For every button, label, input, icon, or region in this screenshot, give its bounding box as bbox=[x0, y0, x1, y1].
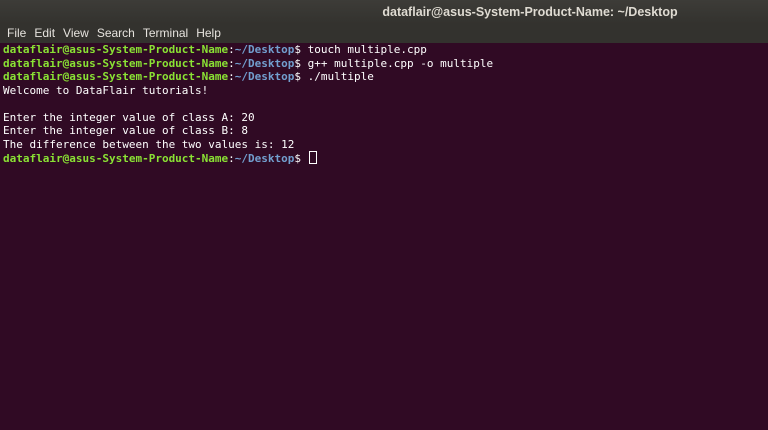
command-text: touch multiple.cpp bbox=[307, 43, 427, 56]
menu-help[interactable]: Help bbox=[192, 24, 225, 43]
prompt-colon: : bbox=[228, 56, 235, 70]
terminal-output-area[interactable]: dataflair@asus-System-Product-Name:~/Des… bbox=[0, 43, 768, 430]
active-prompt-line[interactable]: dataflair@asus-System-Product-Name:~/Des… bbox=[3, 151, 768, 165]
prompt-user-host: dataflair@asus-System-Product-Name bbox=[3, 70, 229, 83]
prompt-colon: : bbox=[228, 152, 235, 165]
prompt-symbol: $ bbox=[294, 70, 308, 83]
command-line: dataflair@asus-System-Product-Name:~/Des… bbox=[3, 43, 768, 57]
prompt-path: ~/Desktop bbox=[234, 70, 295, 83]
title-bar[interactable]: dataflair@asus-System-Product-Name: ~/De… bbox=[0, 0, 768, 24]
output-line: Enter the integer value of class A: 20 bbox=[3, 110, 255, 124]
prompt-symbol: $ bbox=[294, 152, 308, 165]
text-cursor bbox=[308, 151, 317, 164]
terminal-window: dataflair@asus-System-Product-Name: ~/De… bbox=[0, 0, 768, 430]
prompt-user-host: dataflair@asus-System-Product-Name bbox=[3, 56, 229, 70]
prompt-path: ~/Desktop bbox=[234, 152, 295, 165]
output-line: Welcome to DataFlair tutorials! bbox=[3, 83, 209, 97]
menu-terminal[interactable]: Terminal bbox=[139, 24, 192, 43]
prompt-symbol: $ bbox=[294, 56, 308, 70]
prompt-colon: : bbox=[228, 43, 235, 56]
output-line: The difference between the two values is… bbox=[3, 137, 295, 151]
prompt-path: ~/Desktop bbox=[234, 43, 295, 56]
menu-view[interactable]: View bbox=[59, 24, 93, 43]
prompt-path: ~/Desktop bbox=[234, 56, 295, 70]
menu-search[interactable]: Search bbox=[93, 24, 139, 43]
prompt-colon: : bbox=[228, 70, 235, 83]
menu-bar: File Edit View Search Terminal Help bbox=[0, 24, 768, 43]
command-line: dataflair@asus-System-Product-Name:~/Des… bbox=[3, 70, 768, 84]
command-line: dataflair@asus-System-Product-Name:~/Des… bbox=[3, 57, 768, 71]
output-line: Enter the integer value of class B: 8 bbox=[3, 124, 249, 137]
menu-file[interactable]: File bbox=[3, 24, 30, 43]
command-text: g++ multiple.cpp -o multiple bbox=[307, 56, 494, 70]
prompt-user-host: dataflair@asus-System-Product-Name bbox=[3, 152, 229, 165]
prompt-symbol: $ bbox=[294, 43, 308, 56]
window-title: dataflair@asus-System-Product-Name: ~/De… bbox=[382, 5, 678, 19]
menu-edit[interactable]: Edit bbox=[30, 24, 59, 43]
command-text: ./multiple bbox=[307, 70, 374, 83]
prompt-user-host: dataflair@asus-System-Product-Name bbox=[3, 43, 229, 56]
